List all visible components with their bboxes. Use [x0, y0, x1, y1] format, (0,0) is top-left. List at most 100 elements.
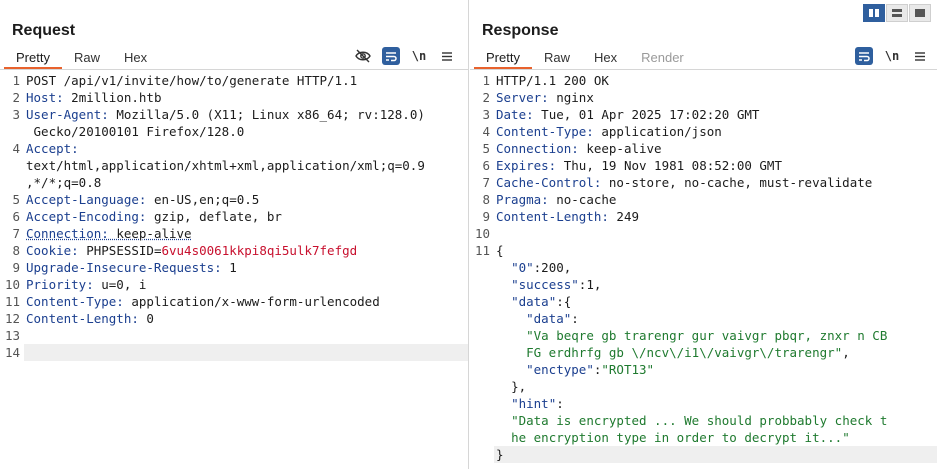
wrap-lines-icon[interactable] [382, 47, 400, 65]
line-number [470, 259, 494, 276]
header-value: Mozilla/5.0 (X11; Linux x86_64; rv:128.0… [108, 107, 425, 122]
code-line: "data": [470, 310, 937, 327]
line-content: "enctype":"ROT13" [494, 361, 654, 378]
menu-icon[interactable] [911, 47, 929, 65]
wrap-lines-icon[interactable] [855, 47, 873, 65]
line-content: Connection: keep-alive [24, 225, 192, 242]
line-content: Expires: Thu, 19 Nov 1981 08:52:00 GMT [494, 157, 782, 174]
header-name: Pragma: [496, 192, 549, 207]
code-line: text/html,application/xhtml+xml,applicat… [0, 157, 468, 174]
code-line: "success":1, [470, 276, 937, 293]
line-number [470, 395, 494, 412]
eye-off-icon[interactable] [354, 47, 372, 65]
line-text: } [496, 447, 504, 462]
line-number: 13 [4, 328, 20, 343]
code-line: 3 Date: Tue, 01 Apr 2025 17:02:20 GMT [470, 106, 937, 123]
code-line: 5 Accept-Language: en-US,en;q=0.5 [0, 191, 468, 208]
header-name: Cache-Control: [496, 175, 602, 190]
response-editor[interactable]: 1 HTTP/1.1 200 OK 2 Server: nginx 3 Date: Tue… [470, 72, 937, 469]
line-content: "hint": [494, 395, 564, 412]
line-number: 11 [474, 243, 490, 258]
line-content: FG erdhrfg gb \/ncv\/i1\/vaivgr\/trareng… [494, 344, 850, 361]
cookie-value: 6vu4s0061kkpi8qi5ulk7fefgd [161, 243, 358, 258]
line-number: 8 [12, 243, 20, 258]
split-horizontal-icon[interactable] [886, 4, 908, 22]
request-tabs: Pretty Raw Hex [4, 47, 159, 69]
line-number: 6 [482, 158, 490, 173]
line-number [470, 344, 494, 361]
json-string: "Data is encrypted ... We should probbab… [511, 413, 888, 428]
response-tab-pretty[interactable]: Pretty [474, 47, 532, 69]
line-content: Pragma: no-cache [494, 191, 616, 208]
line-content [24, 344, 468, 361]
line-number: 5 [482, 141, 490, 156]
line-number: 5 [12, 192, 20, 207]
code-line: 2 Host: 2million.htb [0, 89, 468, 106]
line-number: 1 [482, 73, 490, 88]
code-line: 5 Connection: keep-alive [470, 140, 937, 157]
line-number [0, 123, 24, 140]
line-number: 6 [12, 209, 20, 224]
header-value: u=0, i [93, 277, 147, 292]
header-name: Accept: [26, 141, 79, 156]
header-name: Upgrade-Insecure-Requests: [26, 260, 222, 275]
line-number: 4 [482, 124, 490, 139]
line-number [0, 157, 24, 174]
header-value: 2million.htb [63, 90, 162, 105]
header-name: Server: [496, 90, 549, 105]
code-line: }, [470, 378, 937, 395]
code-line: 3 User-Agent: Mozilla/5.0 (X11; Linux x86… [0, 106, 468, 123]
code-line: 9 Upgrade-Insecure-Requests: 1 [0, 259, 468, 276]
code-line: "data":{ [470, 293, 937, 310]
header-value: en-US,en;q=0.5 [146, 192, 260, 207]
response-tab-render[interactable]: Render [629, 47, 696, 69]
request-editor[interactable]: 1 POST /api/v1/invite/how/to/generate HTT… [0, 72, 468, 469]
line-content: { [494, 242, 504, 259]
line-content: "data": [494, 310, 579, 327]
json-string: he encryption type in order to decrypt i… [511, 430, 850, 445]
line-content: text/html,application/xhtml+xml,applicat… [24, 157, 425, 174]
line-number [470, 378, 494, 395]
header-value: Thu, 19 Nov 1981 08:52:00 GMT [556, 158, 782, 173]
header-value: keep-alive [578, 141, 662, 156]
json-punctuation: , [842, 345, 850, 360]
request-tab-raw[interactable]: Raw [62, 47, 112, 69]
newline-toggle[interactable]: \n [883, 47, 901, 65]
request-tab-pretty[interactable]: Pretty [4, 47, 62, 69]
code-line: 8 Pragma: no-cache [470, 191, 937, 208]
line-number [470, 361, 494, 378]
header-name: Connection: [496, 141, 579, 156]
response-tab-hex[interactable]: Hex [582, 47, 629, 69]
split-vertical-icon[interactable] [863, 4, 885, 22]
request-title: Request [12, 22, 76, 39]
header-value: nginx [548, 90, 594, 105]
line-content: Server: nginx [494, 89, 594, 106]
newline-toggle[interactable]: \n [410, 47, 428, 65]
line-content: Priority: u=0, i [24, 276, 146, 293]
layout-toggle [863, 4, 931, 22]
line-content: "0":200, [494, 259, 571, 276]
line-content: Host: 2million.htb [24, 89, 161, 106]
line-content: Content-Length: 249 [494, 208, 639, 225]
line-number: 7 [482, 175, 490, 190]
header-name: Cookie: [26, 243, 79, 258]
menu-icon[interactable] [438, 47, 456, 65]
line-text: HTTP/1.1 200 OK [496, 73, 609, 88]
response-tab-raw[interactable]: Raw [532, 47, 582, 69]
code-line: FG erdhrfg gb \/ncv\/i1\/vaivgr\/trareng… [470, 344, 937, 361]
code-line: 14 [0, 344, 468, 361]
json-key: "success" [511, 277, 579, 292]
header-value: no-store, no-cache, must-revalidate [601, 175, 873, 190]
tabs-layout-icon[interactable] [909, 4, 931, 22]
request-tab-hex[interactable]: Hex [112, 47, 159, 69]
json-number: 200 [541, 260, 564, 275]
code-line: 1 POST /api/v1/invite/how/to/generate HTT… [0, 72, 468, 89]
header-name: Content-Type: [496, 124, 594, 139]
json-punctuation: , [593, 277, 602, 292]
line-number: 3 [12, 107, 20, 122]
json-punctuation: : [556, 396, 564, 411]
code-line: "hint": [470, 395, 937, 412]
line-number [470, 429, 494, 446]
header-name: Expires: [496, 158, 557, 173]
line-number [470, 327, 494, 344]
